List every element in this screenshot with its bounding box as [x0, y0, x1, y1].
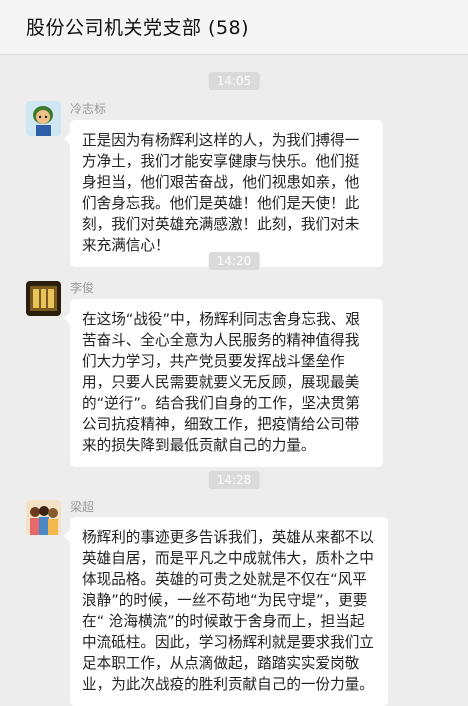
chat-title[interactable]: 股份公司机关党支部 (58) [26, 13, 249, 40]
message-bubble[interactable]: 正是因为有杨辉利这样的人，为我们搏得一方净土，我们才能安享健康与快乐。他们挺身担… [64, 120, 383, 267]
family-photo-avatar-icon[interactable] [26, 500, 61, 535]
message-bubble[interactable]: 杨辉利的事迹更多告诉我们，英雄从来都不以英雄自居，而是平凡之中成就伟大，质朴之中… [64, 517, 388, 706]
timestamp: 14:20 [208, 252, 260, 270]
message-bubble[interactable]: 在这场“战役”中，杨辉利同志舍身忘我、艰苦奋斗、全心全意为人民服务的精神值得我们… [64, 299, 383, 467]
timestamp: 14:28 [208, 471, 260, 489]
timestamp: 14:05 [208, 72, 260, 90]
chat-header: 股份公司机关党支部 (58) [0, 0, 468, 55]
logo-avatar-icon[interactable] [26, 281, 61, 316]
sender-name: 冷志标 [70, 102, 107, 116]
sender-name: 李俊 [70, 281, 95, 295]
cartoon-avatar-icon[interactable] [26, 101, 61, 136]
sender-name: 梁超 [70, 500, 95, 514]
